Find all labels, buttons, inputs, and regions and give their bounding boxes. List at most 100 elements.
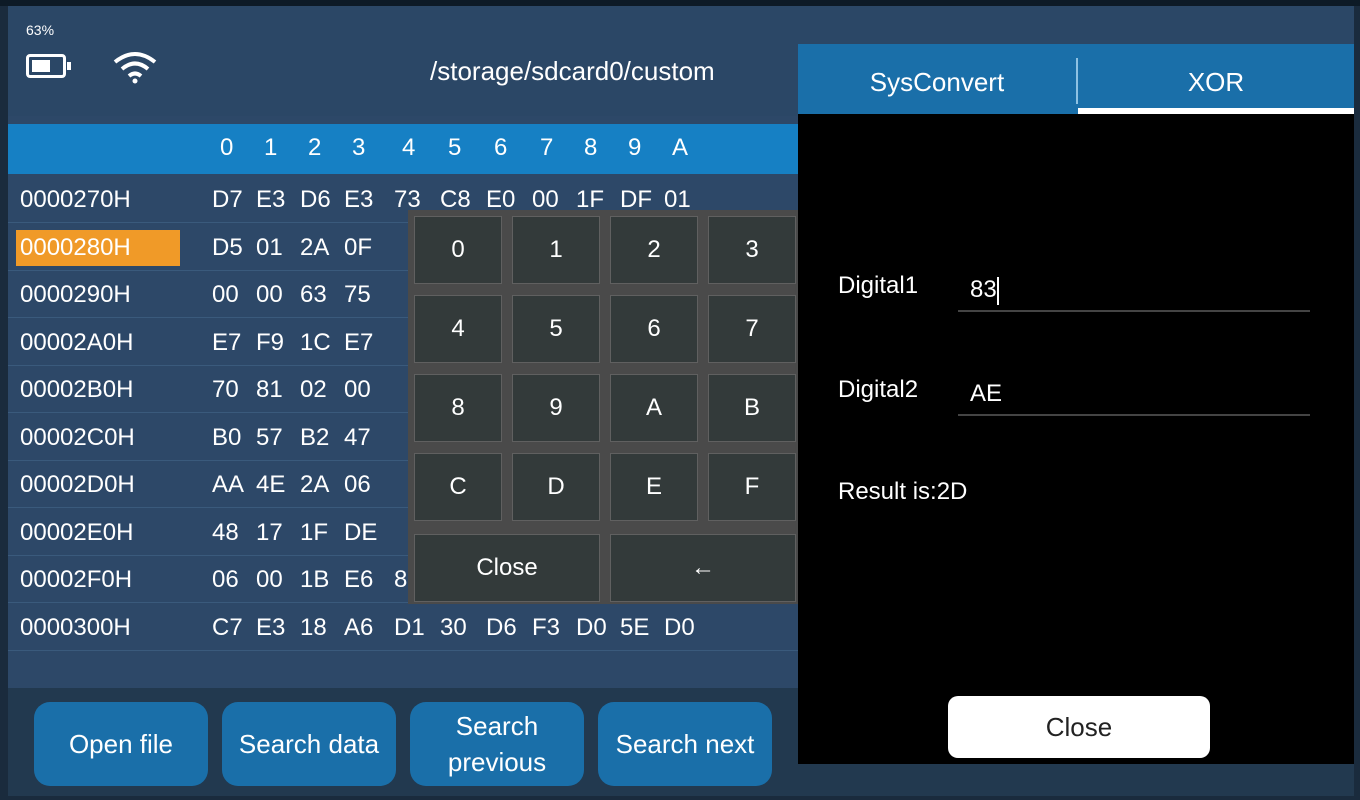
row-address[interactable]: 0000300H [16, 610, 180, 646]
hex-byte[interactable]: 17 [256, 519, 283, 547]
hex-byte[interactable]: 1F [300, 519, 328, 547]
hex-byte[interactable]: 63 [300, 281, 327, 309]
row-address[interactable]: 00002B0H [16, 372, 180, 408]
key-a[interactable]: A [610, 374, 698, 442]
row-address[interactable]: 00002A0H [16, 325, 180, 361]
hex-byte[interactable]: 00 [212, 281, 239, 309]
key-c[interactable]: C [414, 453, 502, 521]
hex-byte[interactable]: 00 [344, 376, 371, 404]
digital2-field[interactable]: AE [958, 372, 1310, 416]
search-previous-button[interactable]: Search previous [410, 702, 584, 786]
hex-byte[interactable]: E7 [212, 329, 241, 357]
hex-byte[interactable]: DE [344, 519, 377, 547]
key-7[interactable]: 7 [708, 295, 796, 363]
hex-byte[interactable]: 47 [344, 424, 371, 452]
row-address[interactable]: 00002D0H [16, 467, 180, 503]
hex-byte[interactable]: D1 [394, 614, 425, 642]
hex-byte[interactable]: 0F [344, 234, 372, 262]
key-e[interactable]: E [610, 453, 698, 521]
hex-byte[interactable]: 48 [212, 519, 239, 547]
hex-byte[interactable]: 00 [256, 281, 283, 309]
hex-byte[interactable]: 30 [440, 614, 467, 642]
row-address[interactable]: 00002F0H [16, 562, 180, 598]
hex-keypad: Close ← 0123 4567 89AB CDEF [408, 210, 800, 604]
key-4[interactable]: 4 [414, 295, 502, 363]
key-1[interactable]: 1 [512, 216, 600, 284]
hex-byte[interactable]: F3 [532, 614, 560, 642]
hex-byte[interactable]: D5 [212, 234, 243, 262]
hex-byte[interactable]: D0 [576, 614, 607, 642]
hex-byte[interactable]: 1C [300, 329, 331, 357]
key-2[interactable]: 2 [610, 216, 698, 284]
hex-byte[interactable]: 75 [344, 281, 371, 309]
file-path: /storage/sdcard0/custom [430, 56, 715, 86]
backspace-button[interactable]: ← [610, 534, 796, 602]
key-0[interactable]: 0 [414, 216, 502, 284]
hex-byte[interactable]: D0 [664, 614, 695, 642]
hex-byte[interactable]: F9 [256, 329, 284, 357]
hex-row[interactable]: 0000300H C7 E3 18 A6 D1 30 D6 F3 D0 5E D0 [8, 606, 798, 646]
hex-byte[interactable]: B0 [212, 424, 241, 452]
search-next-button[interactable]: Search next [598, 702, 772, 786]
keypad-close-button[interactable]: Close [414, 534, 600, 602]
hex-byte[interactable]: 06 [344, 471, 371, 499]
open-file-button[interactable]: Open file [34, 702, 208, 786]
panel-close-button[interactable]: Close [948, 696, 1210, 758]
row-address[interactable]: 0000290H [16, 277, 180, 313]
hex-byte[interactable]: 1B [300, 566, 329, 594]
column-header: 6 [494, 134, 508, 161]
search-data-button[interactable]: Search data [222, 702, 396, 786]
digital1-field[interactable]: 83 [958, 268, 1310, 312]
tab-sysconvert[interactable]: SysConvert [798, 44, 1076, 114]
hex-byte[interactable]: 5E [620, 614, 649, 642]
key-6[interactable]: 6 [610, 295, 698, 363]
active-tab-indicator [1078, 108, 1354, 114]
hex-byte[interactable]: 00 [256, 566, 283, 594]
hex-byte[interactable]: 2A [300, 471, 329, 499]
key-8[interactable]: 8 [414, 374, 502, 442]
key-d[interactable]: D [512, 453, 600, 521]
digital1-value: 83 [970, 276, 997, 303]
column-header: 7 [540, 134, 554, 161]
hex-byte[interactable]: 57 [256, 424, 283, 452]
hex-byte[interactable]: 81 [256, 376, 283, 404]
hex-byte[interactable]: 2A [300, 234, 329, 262]
converter-panel: SysConvert XOR Digital1 83 Digital2 AE R… [798, 44, 1354, 764]
hex-byte[interactable]: B2 [300, 424, 329, 452]
column-header: 9 [628, 134, 642, 161]
row-address[interactable]: 0000270H [16, 182, 180, 218]
hex-byte[interactable]: 4E [256, 471, 285, 499]
hex-byte[interactable]: C7 [212, 614, 243, 642]
hex-byte[interactable]: A6 [344, 614, 373, 642]
key-9[interactable]: 9 [512, 374, 600, 442]
hex-byte[interactable]: E3 [256, 186, 285, 214]
column-header: 2 [308, 134, 322, 161]
hex-byte[interactable]: AA [212, 471, 244, 499]
key-5[interactable]: 5 [512, 295, 600, 363]
key-b[interactable]: B [708, 374, 796, 442]
hex-byte[interactable]: D6 [300, 186, 331, 214]
hex-byte[interactable]: D6 [486, 614, 517, 642]
hex-byte[interactable]: E7 [344, 329, 373, 357]
key-f[interactable]: F [708, 453, 796, 521]
hex-byte[interactable]: 70 [212, 376, 239, 404]
converter-tabs: SysConvert XOR [798, 44, 1354, 114]
hex-byte[interactable]: 18 [300, 614, 327, 642]
battery-percentage: 63% [26, 22, 55, 38]
key-3[interactable]: 3 [708, 216, 796, 284]
hex-byte[interactable]: E3 [256, 614, 285, 642]
digital2-label: Digital2 [838, 376, 919, 403]
hex-byte[interactable]: 01 [256, 234, 283, 262]
hex-editor-app: 63% /storage/sdcard0/custom 0123456789A … [8, 6, 1354, 796]
hex-byte[interactable]: D7 [212, 186, 243, 214]
hex-byte[interactable]: E3 [344, 186, 373, 214]
digital1-label: Digital1 [838, 272, 919, 299]
row-address[interactable]: 0000280H [16, 229, 180, 266]
row-address[interactable]: 00002C0H [16, 420, 180, 456]
tab-xor[interactable]: XOR [1078, 44, 1354, 114]
hex-byte[interactable]: 06 [212, 566, 239, 594]
hex-byte[interactable]: 02 [300, 376, 327, 404]
hex-byte[interactable]: E6 [344, 566, 373, 594]
column-header: A [672, 134, 689, 161]
row-address[interactable]: 00002E0H [16, 515, 180, 551]
